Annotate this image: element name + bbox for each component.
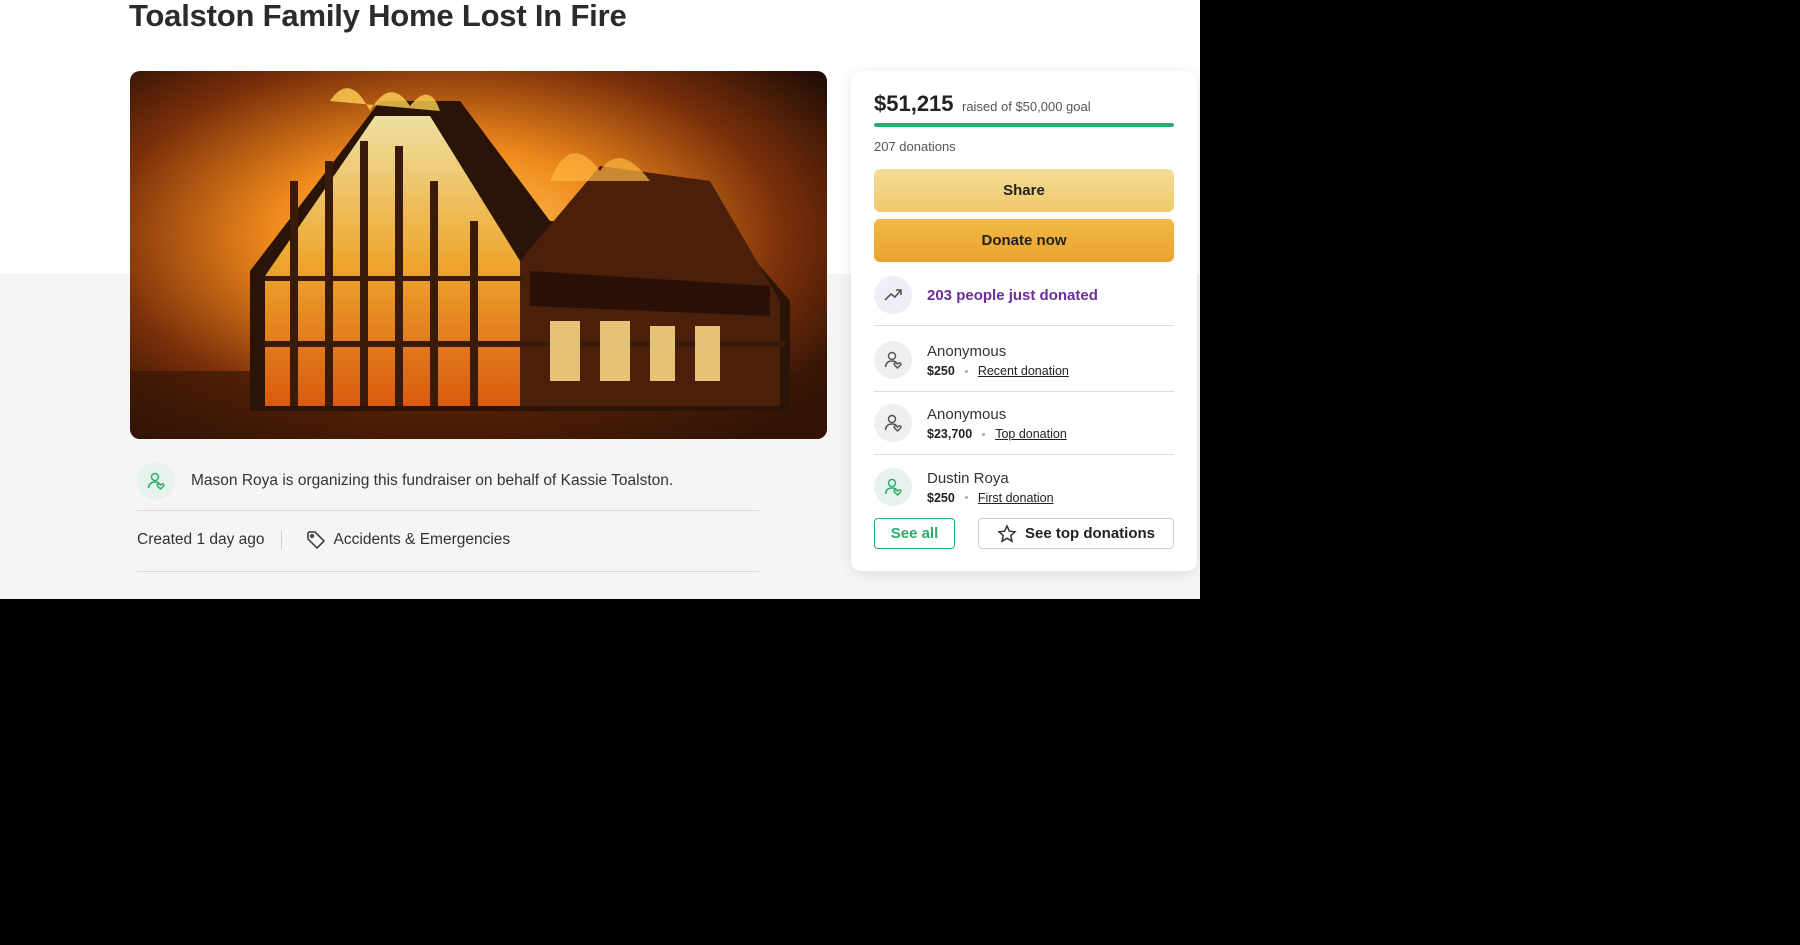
- tag-icon: [306, 530, 325, 549]
- donation-tag-link[interactable]: Recent donation: [978, 364, 1069, 378]
- category-label: Accidents & Emergencies: [333, 530, 511, 548]
- organizer-text: Mason Roya is organizing this fundraiser…: [191, 472, 674, 489]
- donor-name: Anonymous: [927, 406, 1007, 423]
- user-heart-icon: [874, 404, 912, 442]
- star-icon: [997, 523, 1017, 543]
- donor-amount: $23,700: [927, 427, 973, 441]
- donor-name: Anonymous: [927, 343, 1007, 360]
- see-all-button[interactable]: See all: [874, 518, 955, 549]
- meta-divider: [280, 530, 282, 549]
- donations-count: 207 donations: [874, 139, 956, 154]
- trending-up-icon: [874, 276, 912, 314]
- donor-name: Dustin Roya: [927, 469, 1009, 487]
- campaign-meta-row: Created 1 day ago Accidents & Emergencie…: [137, 522, 759, 572]
- burning-house-photo: [130, 71, 827, 439]
- hero-image[interactable]: [130, 71, 827, 439]
- donor-item: Anonymous $250 Recent donation: [874, 329, 1174, 392]
- amount-row: $51,215 raised of $50,000 goal: [874, 91, 1091, 117]
- organizer-row: Mason Roya is organizing this fundraiser…: [137, 460, 759, 511]
- donation-card: $51,215 raised of $50,000 goal 207 donat…: [851, 71, 1197, 571]
- fundraiser-page: Toalston Family Home Lost In Fire Mason …: [0, 0, 1200, 599]
- share-button[interactable]: Share: [874, 169, 1174, 212]
- donation-tag-link[interactable]: First donation: [978, 491, 1054, 505]
- category-link[interactable]: Accidents & Emergencies: [306, 530, 511, 550]
- separator-dot: [964, 496, 968, 499]
- progress-bar: [874, 123, 1174, 127]
- user-heart-icon: [137, 462, 175, 500]
- donor-amount: $250: [927, 364, 955, 378]
- donor-item: Dustin Roya $250 First donation: [874, 455, 1174, 518]
- donor-amount: $250: [927, 490, 955, 505]
- donation-tag-link[interactable]: Top donation: [995, 427, 1067, 441]
- separator-dot: [964, 369, 968, 373]
- separator-dot: [982, 432, 986, 436]
- goal-text: raised of $50,000 goal: [961, 99, 1091, 114]
- progress-fill: [874, 123, 1174, 127]
- campaign-title: Toalston Family Home Lost In Fire: [129, 0, 627, 33]
- see-top-donations-label: See top donations: [1024, 525, 1155, 542]
- created-date: Created 1 day ago: [137, 530, 265, 548]
- donate-now-button[interactable]: Donate now: [874, 219, 1174, 262]
- raised-amount: $51,215: [874, 91, 954, 116]
- trending-row: 203 people just donated: [874, 275, 1174, 326]
- user-heart-icon: [874, 341, 912, 379]
- trending-text: 203 people just donated: [927, 286, 1098, 304]
- see-top-donations-button[interactable]: See top donations: [978, 518, 1174, 549]
- donor-item: Anonymous $23,700 Top donation: [874, 392, 1174, 455]
- user-heart-icon: [874, 467, 912, 506]
